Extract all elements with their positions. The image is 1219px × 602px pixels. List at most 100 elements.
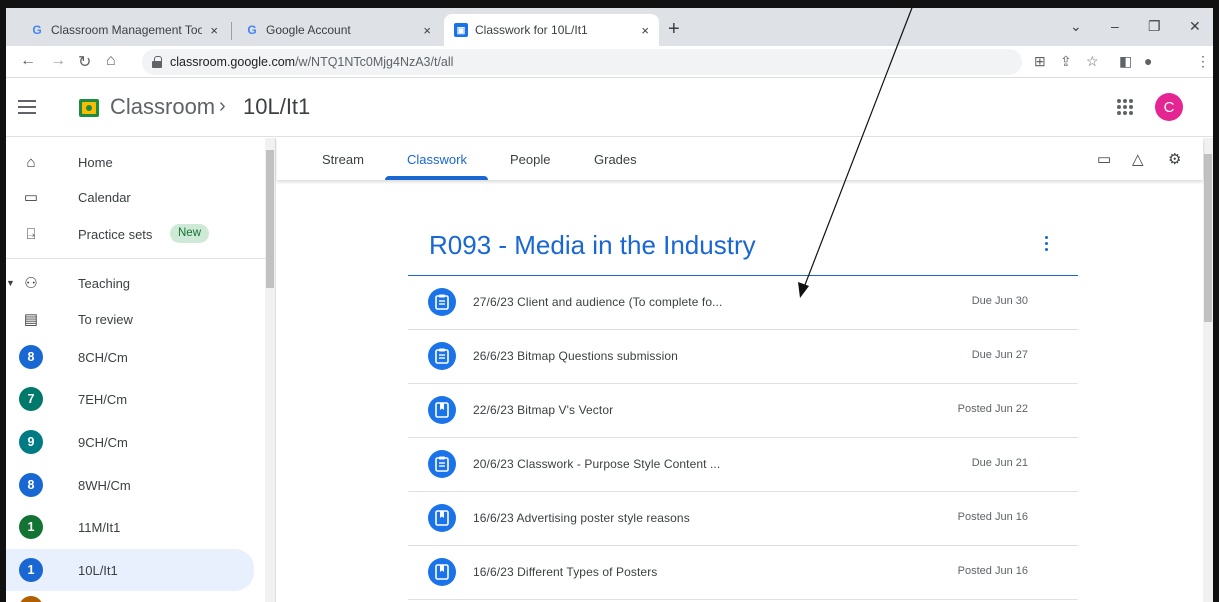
tab-stream[interactable]: Stream [322, 152, 364, 167]
sidebar: ⌂ Home ▭ Calendar ⍈ Practice sets New ▼ … [6, 138, 276, 602]
sidebar-scrollbar[interactable] [265, 138, 275, 602]
home-icon: ⌂ [26, 153, 36, 171]
bookmark-star-icon[interactable]: ☆ [1086, 53, 1099, 70]
sidebar-item-label: Home [78, 154, 113, 170]
sidebar-scrollbar-thumb[interactable] [266, 150, 274, 288]
course-tabs-bar: Stream Classwork People Grades ▭ △ ⚙ [277, 138, 1203, 180]
sidebar-item-label: Practice sets [78, 226, 153, 242]
browser-tab-label: Classwork for 10L/It1 [475, 23, 588, 37]
classwork-item-status: Posted Jun 16 [957, 565, 1028, 577]
close-icon[interactable]: × [641, 23, 649, 38]
topic-title[interactable]: R093 - Media in the Industry [429, 230, 756, 261]
classwork-item-row[interactable]: 20/6/23 Classwork - Purpose Style Conten… [408, 438, 1078, 492]
assignment-icon [428, 342, 456, 370]
tab-grades[interactable]: Grades [594, 152, 637, 167]
classwork-item-row[interactable]: 22/6/23 Bitmap V's Vector Posted Jun 22 [408, 384, 1078, 438]
class-avatar: 9 [19, 430, 43, 454]
browser-tab-classwork[interactable]: ▣ Classwork for 10L/It1 × [444, 14, 659, 46]
classwork-item-status: Posted Jun 16 [957, 511, 1028, 523]
classroom-header: Classroom › 10L/It1 C [6, 79, 1213, 137]
url-path: /w/NTQ1NTc0Mjg4NzA3/t/all [295, 55, 454, 69]
lock-icon[interactable] [152, 56, 162, 68]
classwork-item-status: Due Jun 27 [971, 349, 1028, 361]
sidebar-item-practice-sets[interactable]: ⍈ Practice sets New [6, 215, 254, 253]
sidebar-class-7eh-cm[interactable]: 7 7EH/Cm [6, 380, 254, 418]
browser-tab-google-account[interactable]: G Google Account × [235, 14, 441, 46]
sidebar-item-teaching[interactable]: ▼ ⚇ Teaching [6, 264, 254, 302]
sidebar-item-label: 8WH/Cm [78, 477, 131, 493]
classwork-item-row[interactable]: 16/6/23 Different Types of Posters Posted… [408, 546, 1078, 600]
profile-icon[interactable]: ● [1144, 53, 1152, 69]
settings-gear-icon[interactable]: ⚙ [1168, 150, 1181, 168]
sidebar-item-home[interactable]: ⌂ Home [6, 143, 254, 181]
sidebar-class-9ch-cm[interactable]: 9 9CH/Cm [6, 423, 254, 461]
main-scrollbar-thumb[interactable] [1204, 154, 1212, 322]
sidebar-item-label: 9CH/Cm [78, 434, 128, 450]
account-avatar[interactable]: C [1155, 93, 1183, 121]
install-app-icon[interactable]: ⊞ [1034, 53, 1046, 70]
browser-menu-icon[interactable]: ⋮ [1196, 53, 1210, 70]
sidebar-divider [6, 258, 268, 259]
home-page-icon[interactable]: ⌂ [106, 52, 116, 70]
classwork-item-status: Due Jun 21 [971, 457, 1028, 469]
google-drive-icon[interactable]: △ [1132, 150, 1144, 168]
classwork-item-row[interactable]: 16/6/23 Advertising poster style reasons… [408, 492, 1078, 546]
reload-icon[interactable]: ↻ [78, 52, 91, 72]
classwork-item-title: 27/6/23 Client and audience (To complete… [473, 295, 723, 309]
classwork-item-row[interactable]: 26/6/23 Bitmap Questions submission Due J… [408, 330, 1078, 384]
close-icon[interactable]: × [423, 23, 431, 38]
app-title[interactable]: Classroom [110, 94, 215, 120]
back-arrow-icon[interactable]: ← [20, 52, 36, 70]
sidebar-item-calendar[interactable]: ▭ Calendar [6, 178, 254, 216]
main-menu-icon[interactable] [18, 100, 36, 114]
classwork-content: R093 - Media in the Industry 27/6/23 Cli… [277, 180, 1203, 602]
browser-tab-label: Classroom Management Tools & [51, 23, 203, 37]
collapse-caret-icon[interactable]: ▼ [6, 278, 15, 288]
classroom-logo-icon[interactable] [79, 99, 99, 117]
classwork-item-title: 16/6/23 Different Types of Posters [473, 565, 658, 579]
sidebar-class-8ch-cm[interactable]: 8 8CH/Cm [6, 338, 254, 376]
classwork-item-status: Due Jun 30 [971, 295, 1028, 307]
url-host: classroom.google.com [170, 55, 296, 69]
calendar-icon[interactable]: ▭ [1097, 150, 1111, 168]
google-apps-icon[interactable] [1117, 99, 1133, 115]
address-bar[interactable]: classroom.google.com/w/NTQ1NTc0Mjg4NzA3/… [142, 49, 1022, 75]
classwork-item-row[interactable]: 27/6/23 Client and audience (To complete… [408, 276, 1078, 330]
sidebar-class-11m-it1[interactable]: 1 11M/It1 [6, 508, 254, 546]
new-tab-button[interactable]: + [668, 18, 680, 41]
tab-search-chevron-icon[interactable]: ⌄ [1070, 18, 1082, 35]
calendar-icon: ▭ [23, 189, 39, 206]
sidebar-class-10l-it1[interactable]: 1 10L/It1 [6, 549, 254, 591]
classwork-item-status: Posted Jun 22 [957, 403, 1028, 415]
tab-separator [231, 22, 232, 40]
browser-tab-classroom-tools[interactable]: G Classroom Management Tools & × [20, 14, 228, 46]
google-g-icon: G [32, 23, 42, 37]
main-scrollbar[interactable] [1203, 138, 1213, 602]
tab-classwork[interactable]: Classwork [407, 152, 467, 167]
sidebar-item-label: 8CH/Cm [78, 349, 128, 365]
forward-arrow-icon[interactable]: → [50, 52, 66, 70]
class-avatar: 8 [19, 473, 43, 497]
sidebar-class-8wh-cm[interactable]: 8 8WH/Cm [6, 466, 254, 504]
restore-icon[interactable]: ❐ [1148, 18, 1161, 35]
side-panel-icon[interactable]: ◧ [1119, 53, 1132, 70]
material-icon [428, 504, 456, 532]
class-avatar-partial [19, 596, 43, 602]
browser-tab-strip: G Classroom Management Tools & × G Googl… [6, 8, 1213, 46]
window-close-icon[interactable]: ✕ [1189, 18, 1201, 35]
classwork-item-title: 26/6/23 Bitmap Questions submission [473, 349, 678, 363]
classwork-item-title: 22/6/23 Bitmap V's Vector [473, 403, 614, 417]
classwork-item-title: 20/6/23 Classwork - Purpose Style Conten… [473, 457, 721, 471]
tab-people[interactable]: People [510, 152, 550, 167]
sidebar-item-label: Teaching [78, 275, 131, 291]
course-name[interactable]: 10L/It1 [243, 94, 310, 120]
sidebar-item-to-review[interactable]: ▤ To review [6, 300, 254, 338]
class-avatar: 8 [19, 345, 43, 369]
sidebar-item-label: 10L/It1 [78, 562, 118, 578]
folder-review-icon: ▤ [23, 311, 39, 328]
minimize-icon[interactable]: – [1111, 18, 1119, 34]
share-icon[interactable]: ⇪ [1060, 53, 1072, 70]
topic-more-options-icon[interactable] [1045, 236, 1049, 252]
close-icon[interactable]: × [210, 23, 218, 38]
active-tab-indicator [385, 176, 488, 180]
